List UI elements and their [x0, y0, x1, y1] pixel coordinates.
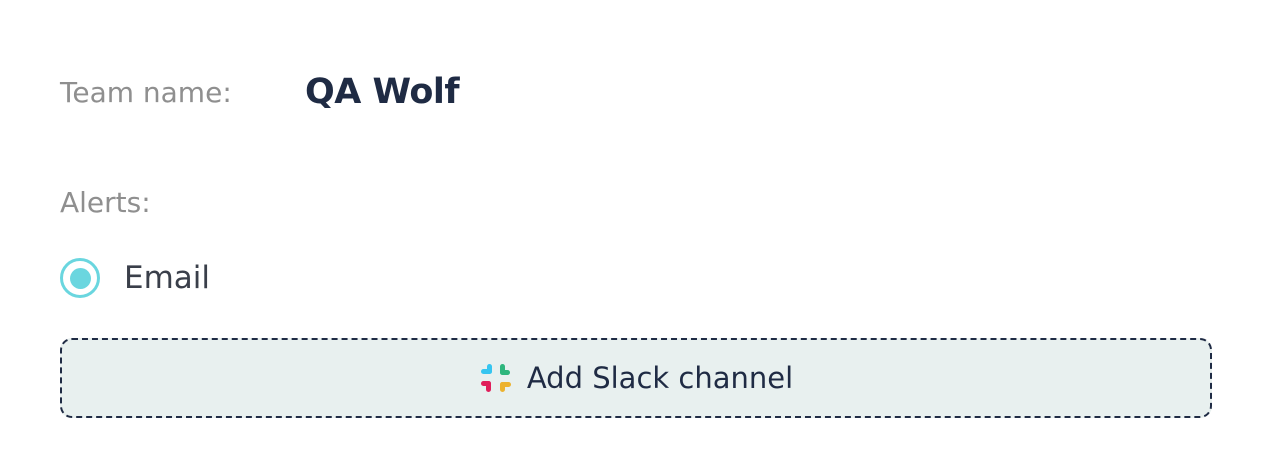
email-alert-option[interactable]: Email: [60, 258, 210, 298]
add-slack-channel-label: Add Slack channel: [526, 361, 794, 395]
slack-icon: [479, 361, 513, 395]
radio-selected-dot: [69, 267, 91, 289]
team-name-label: Team name:: [60, 75, 232, 109]
email-radio-button[interactable]: [60, 258, 100, 298]
team-name-row: Team name: QA Wolf: [60, 66, 460, 118]
email-option-label: Email: [124, 260, 211, 296]
add-slack-channel-button[interactable]: Add Slack channel: [60, 338, 1212, 418]
alerts-label: Alerts:: [60, 186, 151, 219]
team-name-value: QA Wolf: [305, 72, 460, 112]
